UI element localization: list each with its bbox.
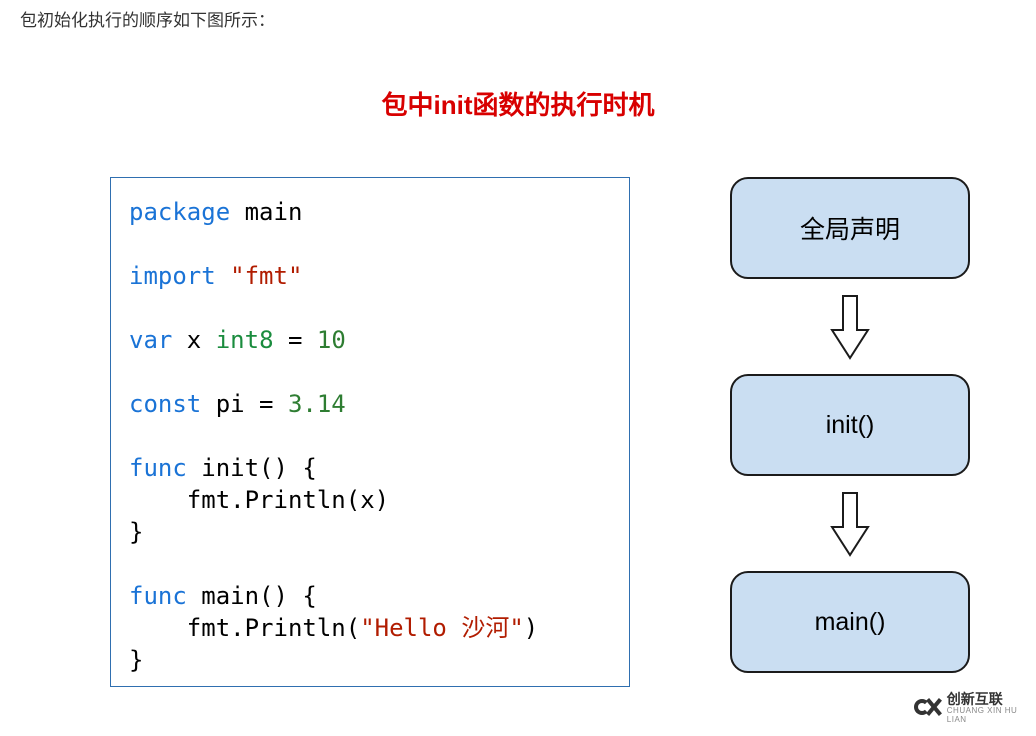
watermark-en: CHUANG XIN HU LIAN [947, 707, 1036, 725]
str-fmt: "fmt" [230, 262, 302, 290]
code-text: main [230, 198, 302, 226]
code-text: } [129, 518, 143, 546]
flow-box-global: 全局声明 [730, 177, 970, 279]
code-text: main() { [187, 582, 317, 610]
code-text: init() { [187, 454, 317, 482]
arrow-down-icon [730, 279, 970, 374]
code-text: } [129, 646, 143, 674]
kw-import: import [129, 262, 216, 290]
code-text: x [172, 326, 215, 354]
str-hello: "Hello 沙河" [360, 614, 524, 642]
watermark: 创新互联 CHUANG XIN HU LIAN [906, 681, 1036, 736]
flow-box-main: main() [730, 571, 970, 673]
kw-var: var [129, 326, 172, 354]
diagram-title: 包中init函数的执行时机 [0, 85, 1036, 122]
watermark-cn: 创新互联 [947, 692, 1036, 707]
num-pi: 3.14 [288, 390, 346, 418]
code-text: pi = [201, 390, 288, 418]
code-text: fmt.Println( [129, 614, 360, 642]
num-10: 10 [317, 326, 346, 354]
kw-const: const [129, 390, 201, 418]
watermark-logo-icon [914, 694, 943, 724]
type-int8: int8 [216, 326, 274, 354]
code-sample: package main import "fmt" var x int8 = 1… [110, 177, 630, 687]
flow-box-init: init() [730, 374, 970, 476]
code-text [216, 262, 230, 290]
flowchart: 全局声明 init() main() [730, 177, 970, 673]
kw-func: func [129, 454, 187, 482]
code-text: ) [524, 614, 538, 642]
kw-func: func [129, 582, 187, 610]
kw-package: package [129, 198, 230, 226]
arrow-down-icon [730, 476, 970, 571]
intro-text: 包初始化执行的顺序如下图所示： [20, 6, 275, 31]
code-text: fmt.Println(x) [129, 486, 389, 514]
watermark-text: 创新互联 CHUANG XIN HU LIAN [947, 692, 1036, 725]
code-text: = [274, 326, 317, 354]
